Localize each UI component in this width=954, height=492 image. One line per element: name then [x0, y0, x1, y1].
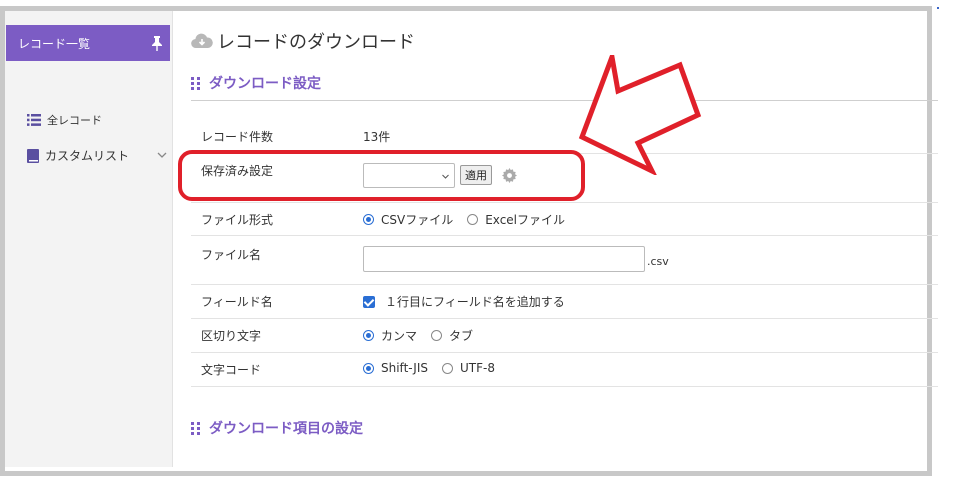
radio-button[interactable]: [467, 214, 479, 225]
sidebar-item-record-list[interactable]: レコード一覧: [6, 25, 170, 61]
sidebar-item-all-records[interactable]: 全レコード: [27, 112, 102, 128]
radio-shift-jis[interactable]: Shift-JIS: [363, 361, 428, 375]
encoding-options: Shift-JIS UTF-8: [363, 361, 509, 375]
pointer-arrow-icon: [578, 55, 702, 175]
checkbox[interactable]: [363, 295, 375, 308]
main-content: レコードのダウンロード ダウンロード設定 レコード件数 13件 保存済み設定 適…: [173, 11, 938, 467]
section-download-fields: ダウンロード項目の設定: [191, 418, 363, 438]
section-download-settings: ダウンロード設定: [191, 73, 321, 93]
divider: [191, 100, 938, 101]
divider: [191, 235, 938, 236]
record-count-label: レコード件数: [201, 130, 274, 144]
radio-button[interactable]: [363, 330, 374, 341]
file-extension-suffix: .csv: [647, 255, 669, 268]
divider: [191, 202, 938, 203]
record-count-value: 13件: [363, 130, 391, 144]
radio-comma[interactable]: カンマ: [363, 327, 417, 344]
field-name-label: フィールド名: [201, 295, 273, 309]
divider: [191, 284, 938, 285]
highlight-box: [178, 150, 585, 201]
radio-button[interactable]: [363, 362, 374, 374]
file-name-input[interactable]: [363, 246, 645, 272]
encoding-label: 文字コード: [201, 363, 262, 377]
divider: [191, 352, 938, 353]
radio-tab[interactable]: タブ: [431, 327, 473, 344]
file-format-label: ファイル形式: [201, 213, 274, 227]
drag-dots-icon: [191, 422, 201, 435]
delimiter-label: 区切り文字: [201, 329, 262, 343]
drag-dots-icon: [191, 77, 201, 90]
sidebar-item-custom-list[interactable]: カスタムリスト: [27, 147, 167, 164]
cloud-download-icon: [191, 33, 213, 49]
sidebar-item-label: レコード一覧: [18, 36, 91, 51]
delimiter-options: カンマ タブ: [363, 327, 487, 344]
sidebar-item-label: 全レコード: [47, 114, 102, 127]
radio-excel[interactable]: Excelファイル: [467, 211, 565, 228]
divider: [191, 318, 938, 319]
file-name-label: ファイル名: [201, 248, 262, 262]
field-name-option[interactable]: １行目にフィールド名を追加する: [363, 293, 565, 310]
sidebar-item-label: カスタムリスト: [45, 149, 130, 163]
radio-utf8[interactable]: UTF-8: [441, 361, 495, 375]
radio-button[interactable]: [363, 214, 374, 225]
radio-button[interactable]: [431, 330, 443, 341]
list-icon: [27, 114, 41, 126]
page-title: レコードのダウンロード: [191, 28, 415, 54]
divider: [191, 386, 938, 387]
book-icon: [27, 148, 39, 163]
corner-dot: [937, 7, 939, 9]
chevron-down-icon[interactable]: [157, 152, 167, 159]
radio-button[interactable]: [441, 362, 453, 374]
file-format-options: CSVファイル Excelファイル: [363, 211, 579, 228]
sidebar: [5, 11, 173, 467]
pin-icon[interactable]: [150, 35, 164, 51]
radio-csv[interactable]: CSVファイル: [363, 211, 453, 228]
